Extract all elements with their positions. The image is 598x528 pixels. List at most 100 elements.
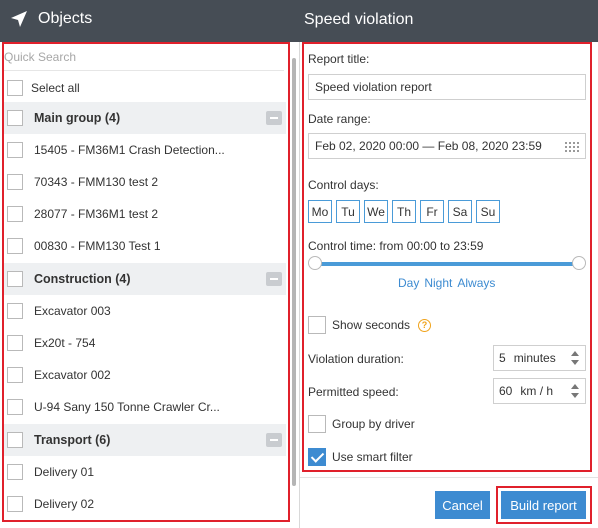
report-title-input[interactable]: Speed violation report (308, 74, 586, 100)
item-checkbox[interactable] (7, 496, 23, 512)
cancel-button[interactable]: Cancel (435, 491, 490, 519)
build-report-button[interactable]: Build report (501, 491, 586, 519)
smart-filter-option[interactable]: Use smart filter (308, 448, 413, 466)
item-checkbox[interactable] (7, 367, 23, 383)
search-underline (4, 70, 284, 71)
list-item[interactable]: 00830 - FMM130 Test 1 (4, 230, 286, 262)
collapse-icon[interactable] (266, 272, 282, 286)
item-label: 70343 - FMM130 test 2 (34, 175, 159, 189)
violation-duration-label: Violation duration: (308, 352, 404, 366)
slider-start-handle[interactable] (308, 256, 322, 270)
permitted-speed-stepper[interactable]: 60 km / h (493, 378, 586, 404)
duration-value: 5 (499, 351, 506, 365)
group-checkbox[interactable] (7, 271, 23, 287)
day-toggle-sa[interactable]: Sa (448, 200, 472, 223)
preset-night-link[interactable]: Night (424, 276, 452, 290)
control-time-slider[interactable] (314, 262, 580, 266)
list-item[interactable]: 15405 - FM36M1 Crash Detection... (4, 134, 286, 166)
item-checkbox[interactable] (7, 142, 23, 158)
group-name: Main group (4) (34, 111, 121, 125)
group-by-driver-checkbox[interactable] (308, 415, 326, 433)
item-checkbox[interactable] (7, 399, 23, 415)
slider-end-handle[interactable] (572, 256, 586, 270)
group-checkbox[interactable] (7, 432, 23, 448)
stepper-arrows-icon[interactable] (571, 350, 579, 366)
objects-scrollbar[interactable] (292, 58, 296, 486)
group-row-main[interactable]: Main group (4) (4, 102, 286, 134)
group-name: Transport (6) (34, 433, 111, 447)
date-range-value: Feb 02, 2020 00:00 — Feb 08, 2020 23:59 (315, 139, 542, 153)
smart-filter-checkbox[interactable] (308, 448, 326, 466)
item-label: Excavator 003 (34, 304, 111, 318)
report-title-label: Report title: (308, 52, 370, 66)
collapse-icon[interactable] (266, 433, 282, 447)
calendar-icon[interactable] (565, 142, 579, 152)
group-name: Construction (4) (34, 272, 131, 286)
group-by-driver-label: Group by driver (332, 417, 415, 431)
list-item[interactable]: Excavator 002 (4, 359, 286, 391)
list-item[interactable]: U-94 Sany 150 Tonne Crawler Cr... (4, 391, 286, 423)
item-checkbox[interactable] (7, 464, 23, 480)
day-toggle-th[interactable]: Th (392, 200, 416, 223)
item-checkbox[interactable] (7, 303, 23, 319)
report-settings-highlight-frame (302, 42, 592, 472)
control-time-label: Control time: from 00:00 to 23:59 (308, 239, 484, 253)
list-item[interactable]: Delivery 02 (4, 488, 286, 520)
day-toggle-mo[interactable]: Mo (308, 200, 332, 223)
item-label: 00830 - FMM130 Test 1 (34, 239, 161, 253)
select-all-row[interactable]: Select all (4, 72, 286, 104)
help-icon[interactable]: ? (418, 318, 432, 332)
objects-panel: Select all Main group (4) 15405 - FM36M1… (0, 42, 296, 528)
objects-header: Objects (10, 10, 92, 28)
item-checkbox[interactable] (7, 238, 23, 254)
quick-search-input[interactable] (4, 50, 244, 64)
top-bar: Objects Speed violation (0, 0, 598, 42)
item-label: 15405 - FM36M1 Crash Detection... (34, 143, 225, 157)
panel-divider (299, 42, 300, 528)
list-item[interactable]: Ex20t - 754 (4, 327, 286, 359)
control-days-group: Mo Tu We Th Fr Sa Su (308, 200, 504, 223)
preset-always-link[interactable]: Always (457, 276, 495, 290)
duration-unit: minutes (513, 351, 556, 365)
day-toggle-fr[interactable]: Fr (420, 200, 444, 223)
objects-title: Objects (38, 10, 93, 27)
select-all-checkbox[interactable] (7, 80, 23, 96)
footer-divider (300, 477, 598, 478)
list-item[interactable]: Delivery 01 (4, 456, 286, 488)
item-label: Ex20t - 754 (34, 336, 96, 350)
item-label: 28077 - FM36M1 test 2 (34, 207, 159, 221)
day-toggle-tu[interactable]: Tu (336, 200, 360, 223)
collapse-icon[interactable] (266, 111, 282, 125)
group-checkbox[interactable] (7, 110, 23, 126)
violation-duration-stepper[interactable]: 5 minutes (493, 345, 586, 371)
list-item[interactable]: 28077 - FM36M1 test 2 (4, 198, 286, 230)
group-by-driver-option[interactable]: Group by driver (308, 415, 415, 433)
speed-unit: km / h (520, 384, 554, 398)
show-seconds-option[interactable]: Show seconds ? (308, 316, 432, 334)
select-all-label: Select all (31, 81, 80, 95)
date-range-input[interactable]: Feb 02, 2020 00:00 — Feb 08, 2020 23:59 (308, 133, 586, 159)
item-label: U-94 Sany 150 Tonne Crawler Cr... (34, 400, 220, 414)
item-checkbox[interactable] (7, 174, 23, 190)
item-checkbox[interactable] (7, 206, 23, 222)
group-row-construction[interactable]: Construction (4) (4, 263, 286, 295)
list-item[interactable]: Excavator 003 (4, 295, 286, 327)
preset-day-link[interactable]: Day (398, 276, 419, 290)
group-row-transport[interactable]: Transport (6) (4, 424, 286, 456)
stepper-arrows-icon[interactable] (571, 383, 579, 399)
date-range-label: Date range: (308, 112, 371, 126)
show-seconds-label: Show seconds (332, 318, 411, 332)
day-toggle-we[interactable]: We (364, 200, 388, 223)
item-label: Delivery 02 (34, 497, 95, 511)
day-toggle-su[interactable]: Su (476, 200, 500, 223)
list-item[interactable]: 70343 - FMM130 test 2 (4, 166, 286, 198)
item-label: Delivery 01 (34, 465, 95, 479)
control-days-label: Control days: (308, 178, 379, 192)
navigation-arrow-icon (11, 11, 27, 27)
show-seconds-checkbox[interactable] (308, 316, 326, 334)
item-checkbox[interactable] (7, 335, 23, 351)
item-label: Excavator 002 (34, 368, 111, 382)
permitted-speed-label: Permitted speed: (308, 385, 399, 399)
time-presets: Day Night Always (398, 276, 500, 290)
smart-filter-label: Use smart filter (332, 450, 413, 464)
